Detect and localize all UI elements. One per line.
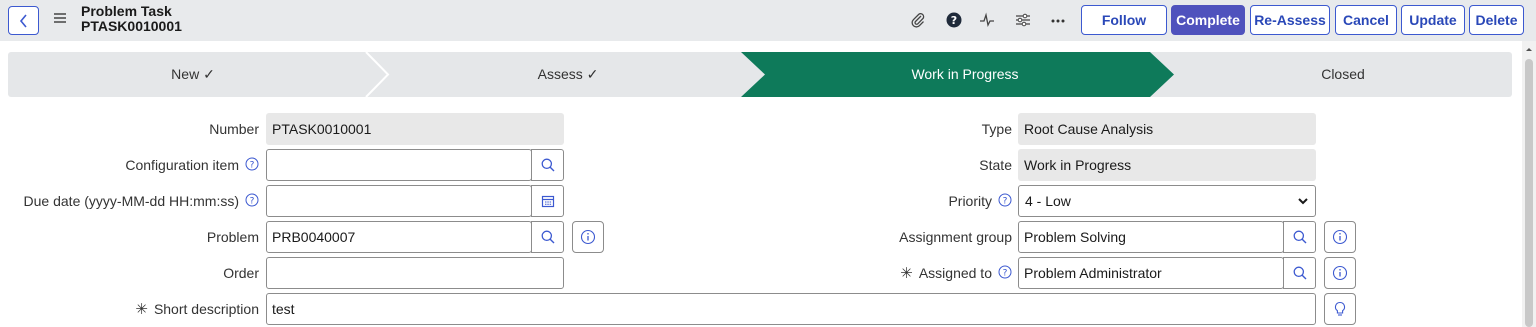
- search-icon: [541, 230, 554, 244]
- info-icon: [1332, 229, 1348, 245]
- svg-text:?: ?: [250, 197, 255, 207]
- state-field: Work in Progress: [1018, 149, 1316, 181]
- reassess-button[interactable]: Re-Assess: [1250, 5, 1330, 35]
- form-header: Problem Task PTASK0010001 ? Follow Compl…: [0, 0, 1536, 41]
- assigned-to-input[interactable]: Problem Administrator: [1018, 257, 1284, 289]
- delete-button[interactable]: Delete: [1469, 5, 1524, 35]
- info-icon: [580, 229, 596, 245]
- lightbulb-icon: [1334, 301, 1346, 316]
- assigned-to-lookup-button[interactable]: [1283, 257, 1316, 289]
- assigned-to-label: ✳ Assigned to?: [760, 263, 1012, 283]
- required-icon: ✳: [900, 265, 913, 282]
- chevron-left-icon: [19, 13, 27, 28]
- calendar-icon: [541, 195, 554, 208]
- type-label: Type: [981, 121, 1012, 137]
- stage-assess: Assess ✓: [537, 66, 599, 82]
- info-icon: [1332, 265, 1348, 281]
- form-title: Problem Task: [81, 3, 172, 19]
- search-icon: [541, 158, 554, 172]
- help-icon[interactable]: ?: [245, 192, 259, 212]
- update-button[interactable]: Update: [1401, 5, 1465, 35]
- back-button[interactable]: [8, 6, 39, 35]
- activity-icon[interactable]: [977, 10, 997, 30]
- state-label: State: [979, 157, 1012, 173]
- configuration-item-lookup-button[interactable]: [531, 149, 564, 181]
- search-icon: [1293, 230, 1306, 244]
- stage-new: New ✓: [171, 66, 215, 82]
- order-input[interactable]: [266, 257, 564, 289]
- menu-icon[interactable]: [53, 11, 67, 25]
- svg-text:?: ?: [250, 161, 255, 171]
- record-number: PTASK0010001: [81, 18, 182, 34]
- due-date-picker-button[interactable]: [531, 185, 564, 217]
- more-icon[interactable]: [1048, 10, 1068, 30]
- short-description-input[interactable]: test: [266, 293, 1316, 325]
- type-field: Root Cause Analysis: [1018, 113, 1316, 145]
- required-icon: ✳: [135, 301, 148, 318]
- page-title: Problem Task PTASK0010001: [81, 4, 182, 34]
- number-label: Number: [209, 121, 259, 137]
- due-date-input[interactable]: [266, 185, 532, 217]
- problem-label: Problem: [206, 229, 259, 245]
- vertical-scrollbar[interactable]: [1522, 41, 1536, 327]
- cancel-button[interactable]: Cancel: [1335, 5, 1397, 35]
- follow-button[interactable]: Follow: [1081, 5, 1167, 35]
- chevron-down-icon: [1298, 198, 1308, 205]
- svg-text:?: ?: [951, 14, 957, 27]
- settings-sliders-icon[interactable]: [1013, 10, 1033, 30]
- scroll-up-icon[interactable]: [1522, 43, 1536, 55]
- assignment-group-label: Assignment group: [899, 229, 1012, 245]
- stage-closed: Closed: [1321, 66, 1365, 82]
- help-icon[interactable]: ?: [944, 10, 964, 30]
- configuration-item-label: Configuration item?: [0, 155, 259, 175]
- stage-work-in-progress: Work in Progress: [911, 66, 1019, 82]
- help-icon[interactable]: ?: [998, 264, 1012, 284]
- number-field: PTASK0010001: [266, 113, 564, 145]
- assignment-group-lookup-button[interactable]: [1283, 221, 1316, 253]
- problem-info-button[interactable]: [572, 221, 604, 253]
- problem-input[interactable]: PRB0040007: [266, 221, 532, 253]
- assigned-to-info-button[interactable]: [1324, 257, 1356, 289]
- order-label: Order: [223, 265, 259, 281]
- search-icon: [1293, 266, 1306, 280]
- help-icon[interactable]: ?: [245, 156, 259, 176]
- process-flow: New ✓ Assess ✓ Work in Progress Closed: [8, 52, 1512, 97]
- configuration-item-input[interactable]: [266, 149, 532, 181]
- priority-label: Priority?: [760, 191, 1012, 211]
- assignment-group-input[interactable]: Problem Solving: [1018, 221, 1284, 253]
- scrollbar-thumb[interactable]: [1525, 59, 1533, 327]
- assignment-group-info-button[interactable]: [1324, 221, 1356, 253]
- priority-select[interactable]: 4 - Low: [1018, 185, 1316, 217]
- short-description-label: ✳ Short description: [135, 301, 259, 318]
- paperclip-icon[interactable]: [908, 10, 928, 30]
- priority-selected-value: 4 - Low: [1025, 193, 1071, 209]
- svg-text:?: ?: [1003, 197, 1008, 207]
- help-icon[interactable]: ?: [998, 192, 1012, 212]
- suggestion-button[interactable]: [1324, 293, 1356, 325]
- due-date-label: Due date (yyyy-MM-dd HH:mm:ss)?: [0, 191, 259, 211]
- svg-text:?: ?: [1003, 269, 1008, 279]
- complete-button[interactable]: Complete: [1171, 5, 1245, 35]
- problem-lookup-button[interactable]: [531, 221, 564, 253]
